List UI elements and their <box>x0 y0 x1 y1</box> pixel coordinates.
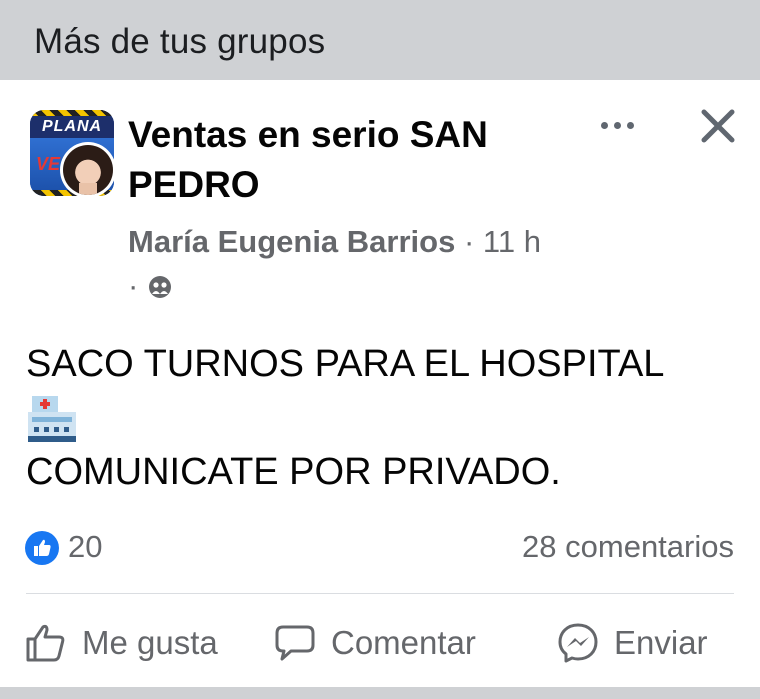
author-name[interactable]: María Eugenia Barrios <box>128 224 455 259</box>
author-avatar[interactable] <box>60 142 116 198</box>
comment-icon <box>275 625 315 661</box>
feed-separator <box>0 687 760 699</box>
post-meta: María Eugenia Barrios · 11 h · <box>128 224 541 303</box>
like-button[interactable]: Me gusta <box>24 615 218 671</box>
send-button[interactable]: Enviar <box>556 615 708 671</box>
comment-label: Comentar <box>331 624 476 661</box>
thumbs-up-icon <box>26 624 65 662</box>
group-avatar-brand: PLANA <box>42 118 103 135</box>
like-reaction-icon[interactable] <box>25 531 59 565</box>
section-title: Más de tus grupos <box>34 22 326 61</box>
post-text-line1: SACO TURNOS PARA EL HOSPITAL <box>26 343 665 385</box>
more-options-button[interactable] <box>596 108 642 142</box>
group-name[interactable]: Ventas en serio SAN PEDRO <box>128 110 568 210</box>
comments-count[interactable]: 28 comentarios <box>522 529 734 565</box>
like-label: Me gusta <box>82 624 218 661</box>
like-count[interactable]: 20 <box>68 529 102 565</box>
post-text-line2: COMUNICATE POR PRIVADO. <box>26 451 561 493</box>
post-time[interactable]: 11 h <box>483 224 541 259</box>
group-avatar-text: VE <box>36 154 61 174</box>
comment-button[interactable]: Comentar <box>273 615 476 671</box>
close-icon <box>701 109 735 143</box>
close-button[interactable] <box>694 102 742 150</box>
messenger-icon <box>558 623 598 663</box>
section-header: Más de tus grupos <box>0 0 760 80</box>
hospital-emoji <box>26 392 78 442</box>
group-privacy-icon <box>147 268 173 298</box>
send-label: Enviar <box>614 624 708 661</box>
meta-separator: · <box>455 224 483 259</box>
divider <box>26 593 734 594</box>
